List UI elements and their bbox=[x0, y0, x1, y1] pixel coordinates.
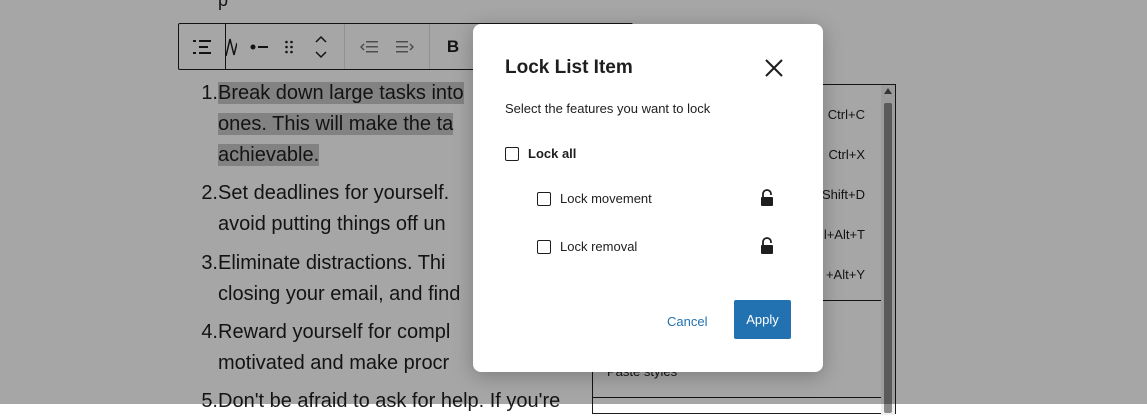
checkbox[interactable] bbox=[537, 239, 551, 254]
lock-all-label: Lock all bbox=[528, 146, 577, 161]
unlock-icon bbox=[760, 189, 774, 207]
apply-button[interactable]: Apply bbox=[734, 300, 791, 339]
lock-removal-checkbox[interactable]: Lock removal bbox=[537, 239, 637, 254]
cancel-button[interactable]: Cancel bbox=[667, 307, 707, 335]
dialog-title: Lock List Item bbox=[505, 57, 633, 78]
close-icon[interactable] bbox=[759, 53, 789, 83]
unlock-icon bbox=[760, 237, 774, 255]
lock-dialog: Lock List Item Select the features you w… bbox=[473, 24, 823, 372]
lock-movement-checkbox[interactable]: Lock movement bbox=[537, 191, 652, 206]
checkbox[interactable] bbox=[505, 146, 519, 161]
checkbox[interactable] bbox=[537, 191, 551, 206]
lock-removal-label: Lock removal bbox=[560, 239, 638, 254]
lock-all-checkbox[interactable]: Lock all bbox=[505, 146, 576, 161]
lock-movement-label: Lock movement bbox=[560, 191, 652, 206]
dialog-description: Select the features you want to lock bbox=[505, 101, 711, 116]
